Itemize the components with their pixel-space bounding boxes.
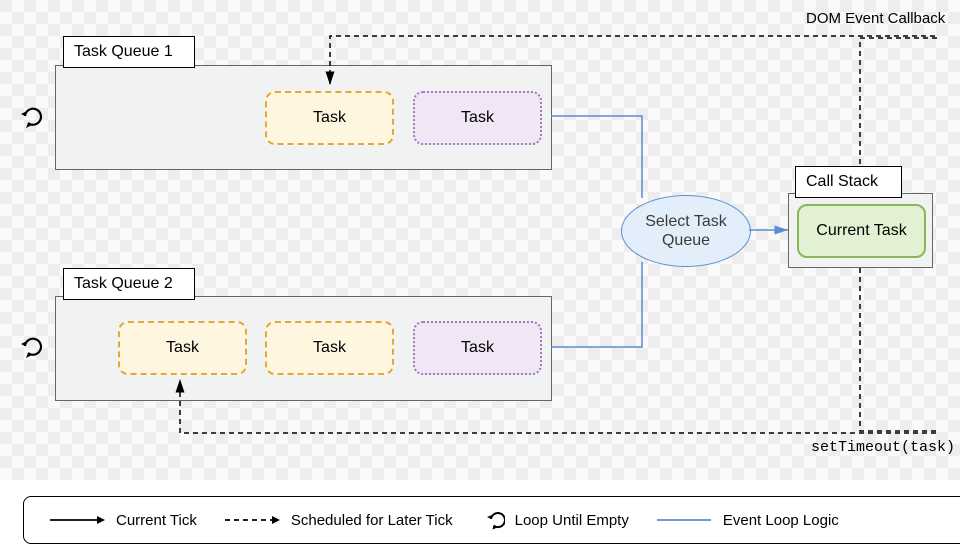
legend-item-event-loop: Event Loop Logic xyxy=(655,512,839,529)
label-text: Task xyxy=(166,339,199,357)
task-box: Task xyxy=(413,321,542,375)
dom-callback-label: DOM Event Callback xyxy=(806,10,945,27)
legend-box: Current Tick Scheduled for Later Tick Lo… xyxy=(23,496,960,544)
call-stack-label: Call Stack xyxy=(795,166,902,198)
label-text: Task Queue 1 xyxy=(74,43,173,61)
current-task-box: Current Task xyxy=(797,204,926,258)
task-box: Task xyxy=(265,91,394,145)
label-text: Loop Until Empty xyxy=(515,512,629,529)
label-text: DOM Event Callback xyxy=(806,10,945,27)
label-text: Task xyxy=(313,109,346,127)
select-task-queue-ellipse: Select Task Queue xyxy=(621,195,751,267)
settimeout-label: setTimeout(task) xyxy=(811,439,955,456)
legend-item-later-tick: Scheduled for Later Tick xyxy=(223,512,453,529)
label-text: Scheduled for Later Tick xyxy=(291,512,453,529)
label-text: Task xyxy=(461,109,494,127)
event-loop-diagram: Task Queue 1 Task Task Task Queue 2 Task… xyxy=(0,0,960,558)
label-text: Task Queue 2 xyxy=(74,275,173,293)
legend-item-current-tick: Current Tick xyxy=(48,512,197,529)
arrow-solid-icon xyxy=(48,513,106,527)
arrow-dashed-icon xyxy=(223,513,281,527)
task-queue-2-label: Task Queue 2 xyxy=(63,268,195,300)
label-text: Event Loop Logic xyxy=(723,512,839,529)
task-box: Task xyxy=(413,91,542,145)
task-box: Task xyxy=(265,321,394,375)
label-text: Select Task Queue xyxy=(622,212,750,250)
task-box: Task xyxy=(118,321,247,375)
line-blue-icon xyxy=(655,513,713,527)
legend-item-loop-empty: Loop Until Empty xyxy=(479,509,629,531)
label-text: Call Stack xyxy=(806,173,878,191)
label-text: Current Tick xyxy=(116,512,197,529)
label-text: Task xyxy=(313,339,346,357)
label-text: setTimeout(task) xyxy=(811,439,955,456)
label-text: Task xyxy=(461,339,494,357)
task-queue-1-label: Task Queue 1 xyxy=(63,36,195,68)
loop-icon xyxy=(479,509,505,531)
label-text: Current Task xyxy=(816,222,906,240)
